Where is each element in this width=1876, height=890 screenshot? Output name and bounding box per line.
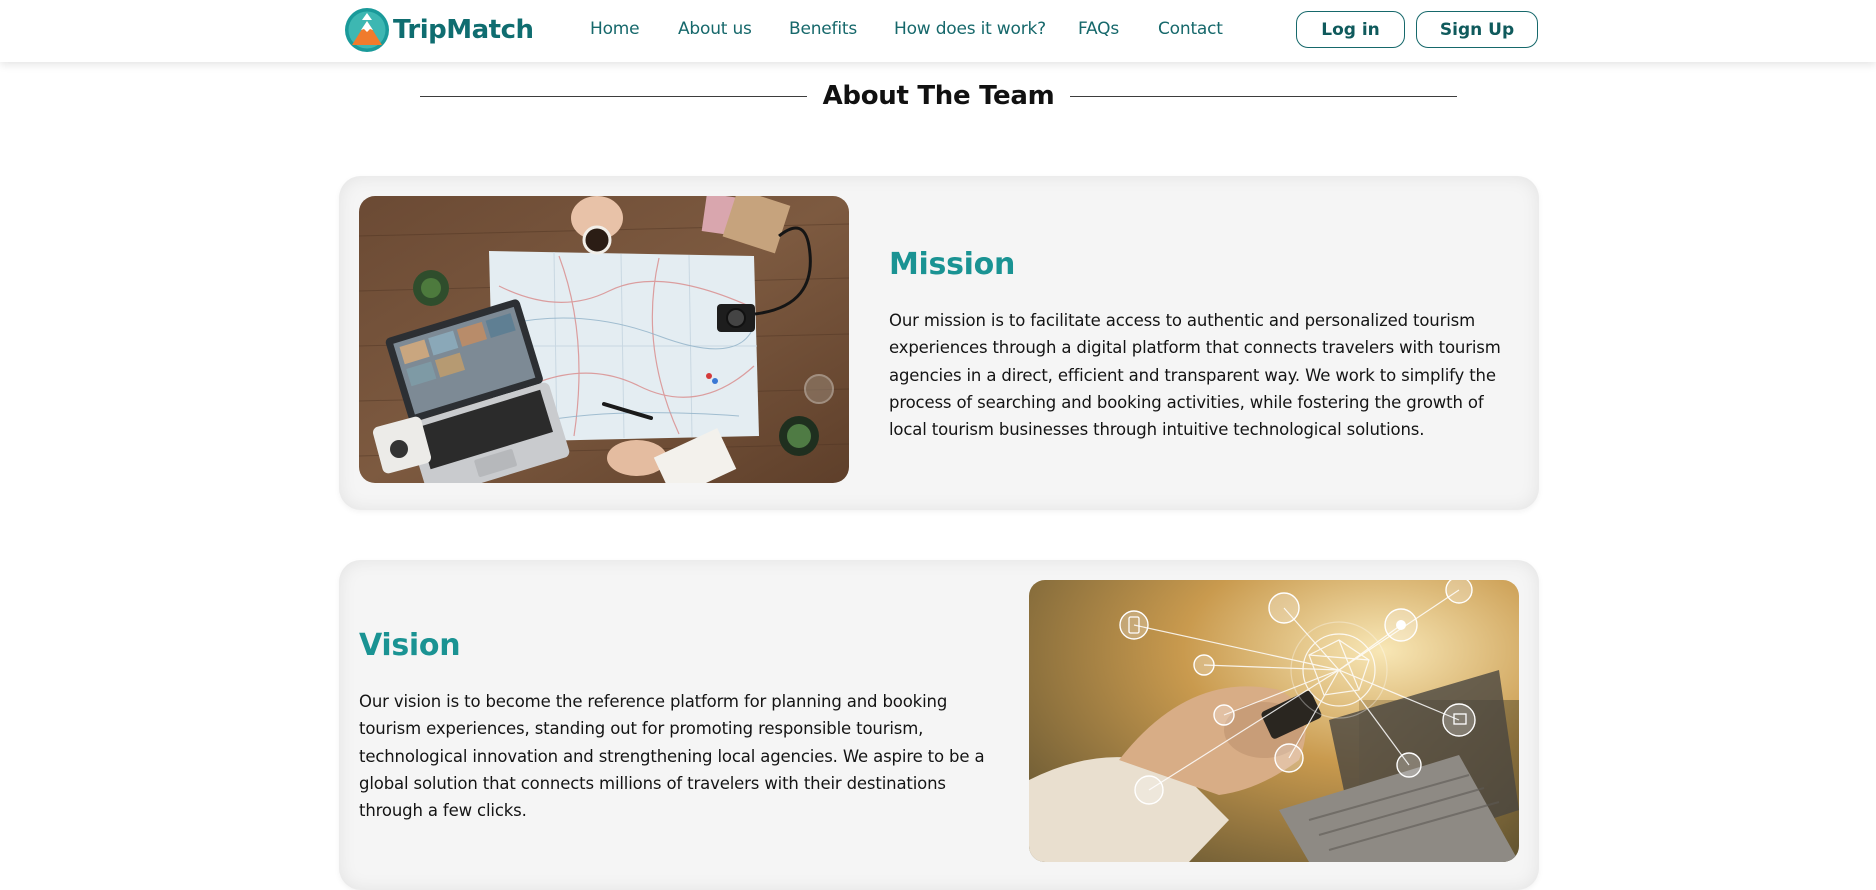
- title-divider-right: [1070, 95, 1457, 97]
- nav-faqs[interactable]: FAQs: [1078, 19, 1119, 39]
- nav-benefits[interactable]: Benefits: [789, 19, 857, 39]
- section-heading: About The Team: [822, 81, 1055, 111]
- vision-heading: Vision: [359, 628, 461, 663]
- mission-heading: Mission: [889, 247, 1016, 282]
- section-title: About The Team: [420, 78, 1457, 114]
- nav-contact[interactable]: Contact: [1158, 19, 1223, 39]
- mission-image: [359, 196, 849, 483]
- nav-about-us[interactable]: About us: [678, 19, 752, 39]
- vision-image: [1029, 580, 1519, 862]
- digital-network-photo: [1029, 580, 1519, 862]
- signup-button[interactable]: Sign Up: [1416, 11, 1538, 48]
- vision-card: Vision Our vision is to become the refer…: [339, 560, 1539, 890]
- nav-how-it-works[interactable]: How does it work?: [894, 19, 1046, 39]
- brand-name: TripMatch: [393, 15, 534, 45]
- login-button[interactable]: Log in: [1296, 11, 1405, 48]
- title-divider-left: [420, 95, 807, 97]
- brand-logo[interactable]: TripMatch: [344, 7, 534, 53]
- nav-home[interactable]: Home: [590, 19, 640, 39]
- tripmatch-logo-icon: [345, 8, 389, 52]
- mission-card: Mission Our mission is to facilitate acc…: [339, 176, 1539, 510]
- mission-text: Our mission is to facilitate access to a…: [889, 311, 1501, 440]
- travel-planning-photo: [359, 196, 849, 483]
- site-header: TripMatch Home About us Benefits How doe…: [0, 0, 1876, 62]
- vision-text: Our vision is to become the reference pl…: [359, 692, 985, 821]
